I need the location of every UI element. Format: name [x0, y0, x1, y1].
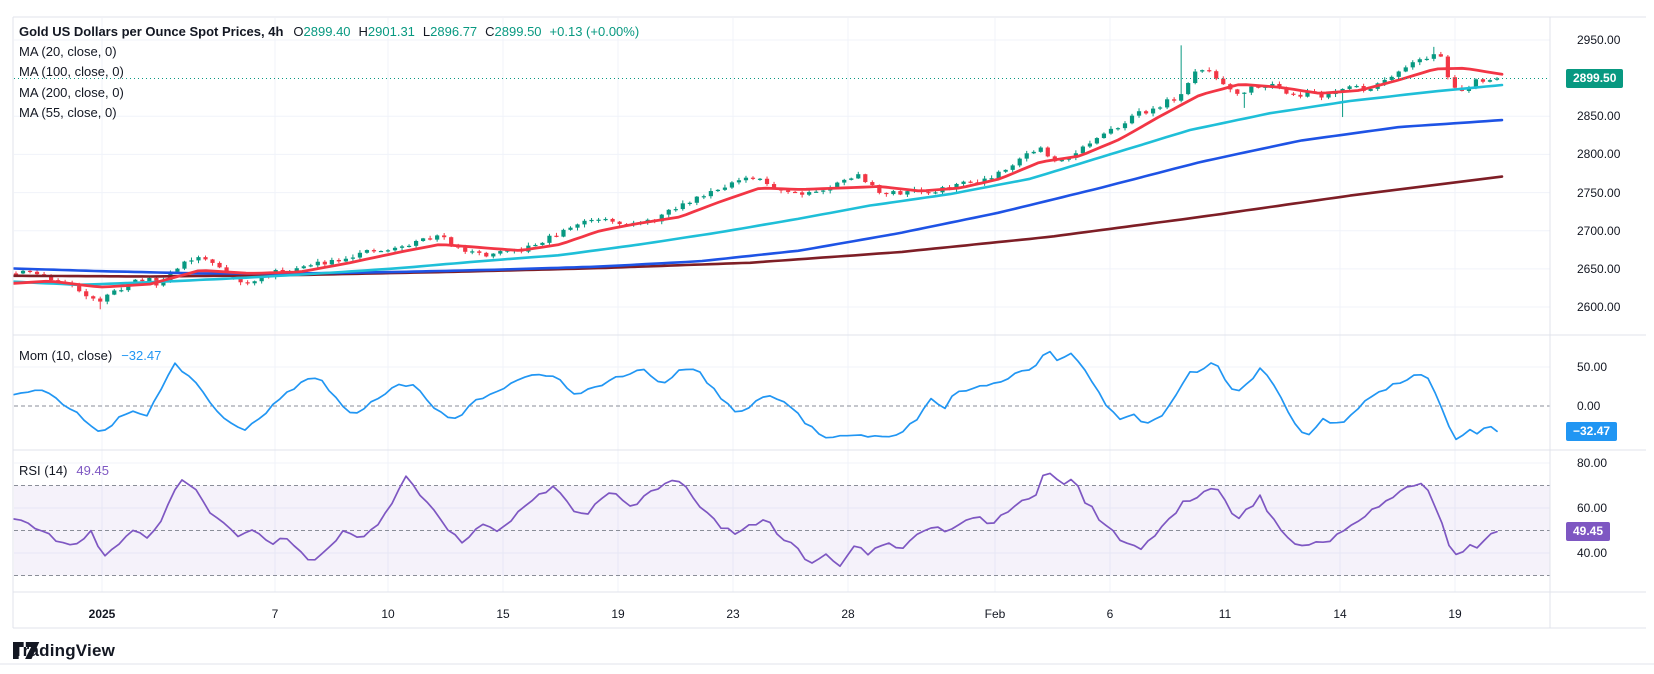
- time-axis-tick: 19: [1448, 607, 1461, 621]
- momentum-legend-row[interactable]: Mom (10, close) −32.47: [19, 348, 161, 363]
- price-axis-label: 2700.00: [1577, 224, 1620, 238]
- time-axis-tick: 6: [1107, 607, 1114, 621]
- time-axis-tick: 11: [1219, 607, 1231, 621]
- price-axis-label: 2800.00: [1577, 147, 1620, 161]
- rsi-value: 49.45: [76, 463, 109, 478]
- time-axis-tick: 23: [726, 607, 739, 621]
- price-axis-label: 2650.00: [1577, 262, 1620, 276]
- time-axis-tick: 10: [381, 607, 394, 621]
- rsi-label: RSI (14): [19, 463, 67, 478]
- ohlc-item: H2901.31: [359, 24, 415, 39]
- ma-legend-row[interactable]: MA (20, close, 0): [19, 44, 117, 59]
- symbol-header[interactable]: Gold US Dollars per Ounce Spot Prices, 4…: [19, 24, 639, 39]
- momentum-pane[interactable]: [13, 335, 1550, 450]
- price-axis-label: 80.00: [1577, 456, 1607, 470]
- tradingview-chart-widget: Gold US Dollars per Ounce Spot Prices, 4…: [0, 0, 1654, 674]
- tradingview-logo[interactable]: TradingView: [13, 641, 115, 661]
- main-price-pane[interactable]: [13, 17, 1550, 335]
- momentum-value: −32.47: [121, 348, 161, 363]
- change-value: +0.13 (+0.00%): [550, 24, 640, 39]
- price-axis-label: 2950.00: [1577, 33, 1620, 47]
- price-axis-label: 60.00: [1577, 501, 1607, 515]
- price-axis-label: 2850.00: [1577, 109, 1620, 123]
- price-axis-label: 2750.00: [1577, 186, 1620, 200]
- time-axis-tick: 28: [841, 607, 854, 621]
- rsi-value-badge: 49.45: [1566, 522, 1610, 541]
- ma-legend-row[interactable]: MA (55, close, 0): [19, 105, 117, 120]
- price-axis-label: 2600.00: [1577, 300, 1620, 314]
- ma-legend-row[interactable]: MA (100, close, 0): [19, 64, 124, 79]
- ohlc-item: O2899.40: [293, 24, 350, 39]
- ma-legend-row[interactable]: MA (200, close, 0): [19, 85, 124, 100]
- time-axis-tick: 19: [611, 607, 624, 621]
- last-price-badge: 2899.50: [1566, 69, 1623, 88]
- ohlc-item: L2896.77: [423, 24, 477, 39]
- time-axis-tick: 2025: [89, 607, 116, 621]
- time-axis-tick: 7: [272, 607, 279, 621]
- symbol-title: Gold US Dollars per Ounce Spot Prices, 4…: [19, 24, 283, 39]
- ohlc-item: C2899.50: [485, 24, 541, 39]
- time-axis-scale[interactable]: [13, 592, 1550, 628]
- time-axis-tick: Feb: [985, 607, 1006, 621]
- price-axis-label: 0.00: [1577, 399, 1600, 413]
- rsi-pane[interactable]: [13, 450, 1550, 592]
- tradingview-logo-icon: [13, 641, 40, 660]
- rsi-legend-row[interactable]: RSI (14) 49.45: [19, 463, 109, 478]
- price-axis-label: 50.00: [1577, 360, 1607, 374]
- momentum-label: Mom (10, close): [19, 348, 112, 363]
- time-axis-tick: 15: [496, 607, 509, 621]
- momentum-value-badge: −32.47: [1566, 422, 1617, 441]
- price-axis-label: 40.00: [1577, 546, 1607, 560]
- time-axis-tick: 14: [1333, 607, 1346, 621]
- ohlc-values: O2899.40 H2901.31 L2896.77 C2899.50: [293, 24, 549, 39]
